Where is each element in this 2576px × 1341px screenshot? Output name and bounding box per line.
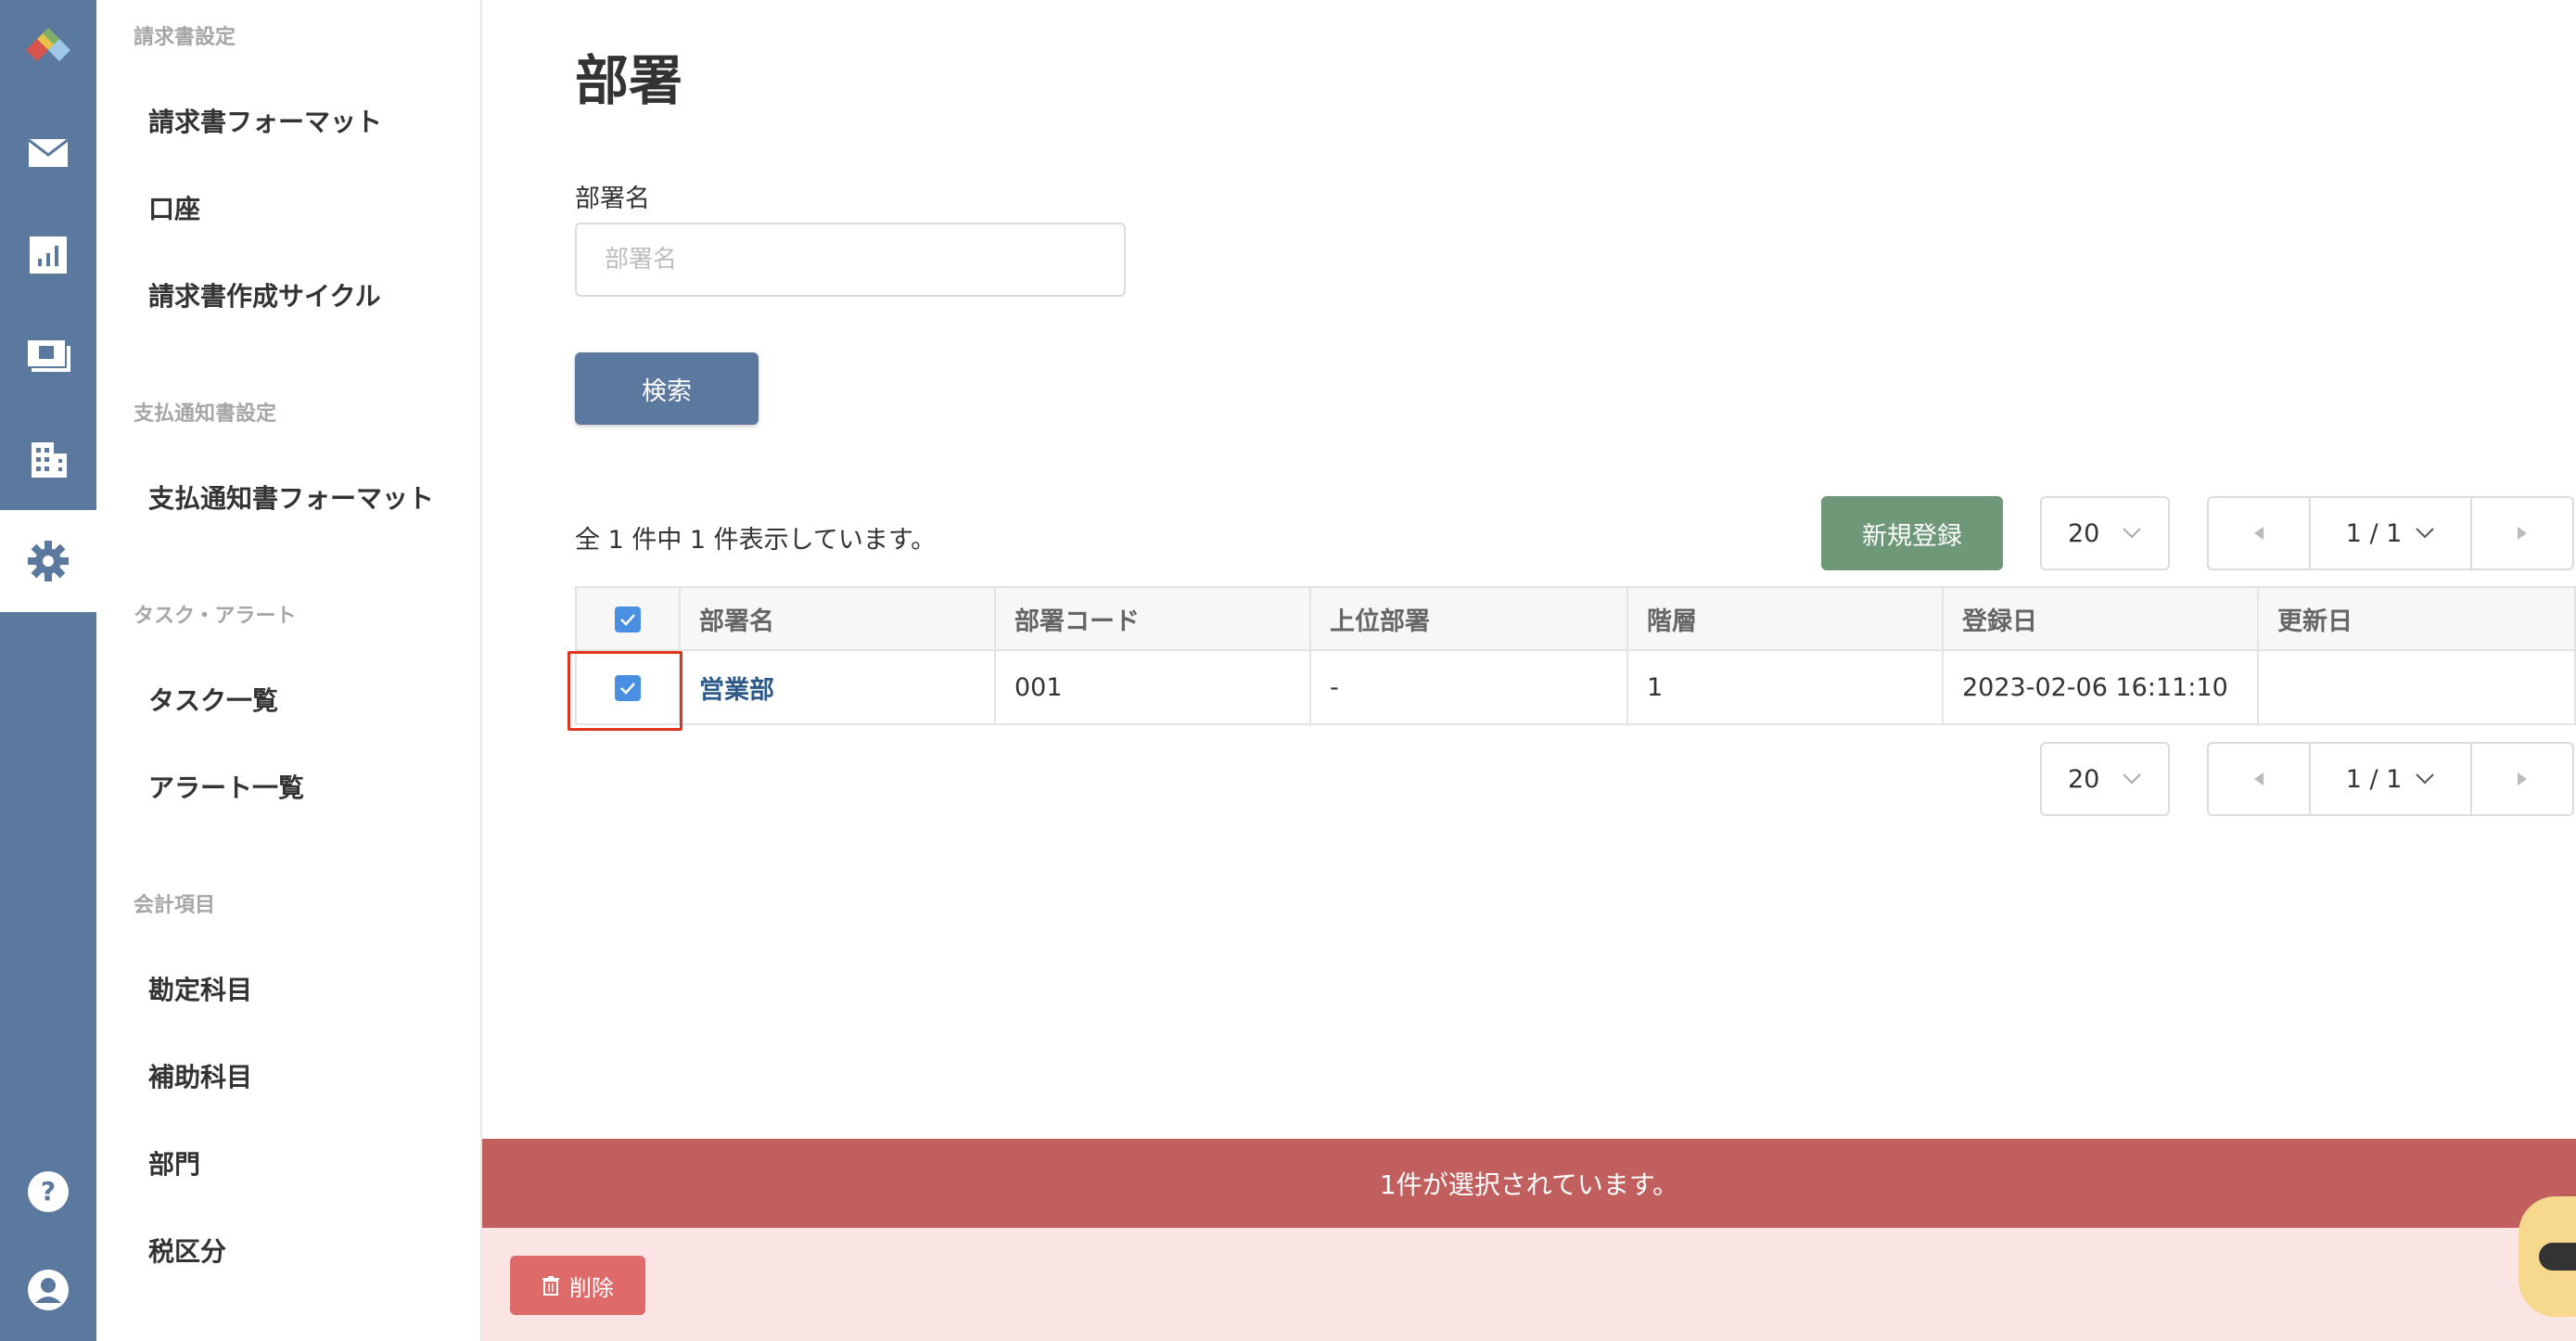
- icon-rail: ?: [0, 0, 96, 1341]
- payment-icon[interactable]: [0, 306, 96, 408]
- chevron-down-icon: [2123, 773, 2141, 785]
- result-count: 全 1 件中 1 件表示しています。: [575, 526, 937, 555]
- sidebar-item-account-titles[interactable]: 勘定科目: [148, 970, 252, 1007]
- section-heading-tasks-alerts: タスク・アラート: [134, 605, 297, 628]
- level-cell: 1: [1626, 649, 1944, 725]
- page-select[interactable]: 1 / 1: [2309, 744, 2472, 814]
- column-header-code[interactable]: 部署コード: [994, 586, 1311, 651]
- section-heading-invoice-settings: 請求書設定: [134, 26, 236, 49]
- chart-icon[interactable]: [0, 204, 96, 306]
- parent-department-cell: -: [1309, 649, 1628, 725]
- sidebar-item-bank-account[interactable]: 口座: [148, 189, 200, 226]
- per-page-select-bottom[interactable]: 20: [2040, 742, 2170, 816]
- gear-icon[interactable]: [0, 510, 96, 612]
- page-indicator: 1 / 1: [2345, 518, 2403, 548]
- department-name-link[interactable]: 営業部: [679, 649, 996, 725]
- column-header-parent[interactable]: 上位部署: [1309, 586, 1628, 651]
- updated-date-cell: [2257, 649, 2576, 725]
- selection-status-bar: 1件が選択されています。: [482, 1139, 2576, 1228]
- pagination-bottom: 1 / 1: [2207, 742, 2574, 816]
- page-select[interactable]: 1 / 1: [2309, 498, 2472, 568]
- caret-right-icon: [2518, 527, 2527, 540]
- new-registration-button[interactable]: 新規登録: [1821, 496, 2003, 570]
- delete-button-label: 削除: [569, 1274, 614, 1301]
- section-heading-payment-notice-settings: 支払通知書設定: [134, 402, 277, 426]
- building-icon[interactable]: [0, 408, 96, 510]
- check-icon: [620, 614, 635, 626]
- chat-widget-button[interactable]: [2519, 1196, 2576, 1317]
- search-button[interactable]: 検索: [575, 352, 759, 425]
- trash-icon: [542, 1276, 559, 1296]
- sidebar-item-task-list[interactable]: タスク一覧: [148, 681, 278, 718]
- per-page-select[interactable]: 20: [2040, 496, 2170, 570]
- sidebar-item-departments[interactable]: 部門: [148, 1144, 200, 1181]
- delete-button[interactable]: 削除: [510, 1256, 645, 1315]
- chat-icon: [2539, 1243, 2576, 1271]
- prev-page-button[interactable]: [2209, 498, 2309, 568]
- caret-left-icon: [2254, 527, 2264, 540]
- sidebar-item-invoice-cycle[interactable]: 請求書作成サイクル: [148, 276, 381, 313]
- account-icon[interactable]: [0, 1239, 96, 1341]
- settings-sidebar: 請求書設定 請求書フォーマット 口座 請求書作成サイクル 支払通知書設定 支払通…: [96, 0, 482, 1341]
- next-page-button[interactable]: [2472, 744, 2572, 814]
- per-page-value: 20: [2068, 518, 2100, 548]
- mail-icon[interactable]: [0, 102, 96, 204]
- svg-text:?: ?: [41, 1176, 56, 1207]
- main-content: 部署 部署名 検索 全 1 件中 1 件表示しています。 新規登録 20 1 /…: [482, 0, 2576, 1341]
- department-name-input[interactable]: [575, 223, 1126, 297]
- table-row[interactable]: 営業部 001 - 1 2023-02-06 16:11:10: [575, 649, 2576, 725]
- column-header-created[interactable]: 登録日: [1942, 586, 2259, 651]
- per-page-value: 20: [2068, 764, 2100, 794]
- chevron-down-icon: [2416, 528, 2435, 539]
- created-date-cell: 2023-02-06 16:11:10: [1942, 649, 2259, 725]
- department-name-label: 部署名: [575, 185, 650, 213]
- pagination: 1 / 1: [2207, 496, 2574, 570]
- select-all-cell: [575, 586, 681, 651]
- select-all-checkbox[interactable]: [615, 607, 641, 632]
- help-icon[interactable]: ?: [0, 1141, 96, 1243]
- section-heading-accounting-items: 会計項目: [134, 894, 216, 917]
- department-code-cell: 001: [994, 649, 1311, 725]
- caret-left-icon: [2254, 773, 2264, 785]
- prev-page-button[interactable]: [2209, 744, 2309, 814]
- department-table: 部署名 部署コード 上位部署 階層 登録日 更新日 営業部 001 - 1 20…: [575, 586, 2576, 725]
- highlight-box: [567, 651, 682, 731]
- bulk-action-area: 削除: [482, 1228, 2576, 1341]
- chevron-down-icon: [2123, 528, 2141, 539]
- sidebar-item-tax-categories[interactable]: 税区分: [148, 1232, 226, 1269]
- page-title: 部署: [575, 49, 683, 112]
- sidebar-item-sub-accounts[interactable]: 補助科目: [148, 1057, 252, 1094]
- sidebar-item-alert-list[interactable]: アラート一覧: [148, 768, 304, 805]
- sidebar-item-payment-notice-format[interactable]: 支払通知書フォーマット: [148, 479, 434, 516]
- sidebar-item-invoice-format[interactable]: 請求書フォーマット: [148, 102, 382, 139]
- chevron-down-icon: [2416, 773, 2435, 785]
- next-page-button[interactable]: [2472, 498, 2572, 568]
- caret-right-icon: [2518, 773, 2527, 785]
- table-header-row: 部署名 部署コード 上位部署 階層 登録日 更新日: [575, 586, 2576, 651]
- app-logo-icon[interactable]: [0, 0, 96, 93]
- column-header-level[interactable]: 階層: [1626, 586, 1944, 651]
- column-header-name[interactable]: 部署名: [679, 586, 996, 651]
- column-header-updated[interactable]: 更新日: [2257, 586, 2576, 651]
- selection-message: 1件が選択されています。: [1379, 1169, 1679, 1200]
- page-indicator: 1 / 1: [2345, 764, 2403, 794]
